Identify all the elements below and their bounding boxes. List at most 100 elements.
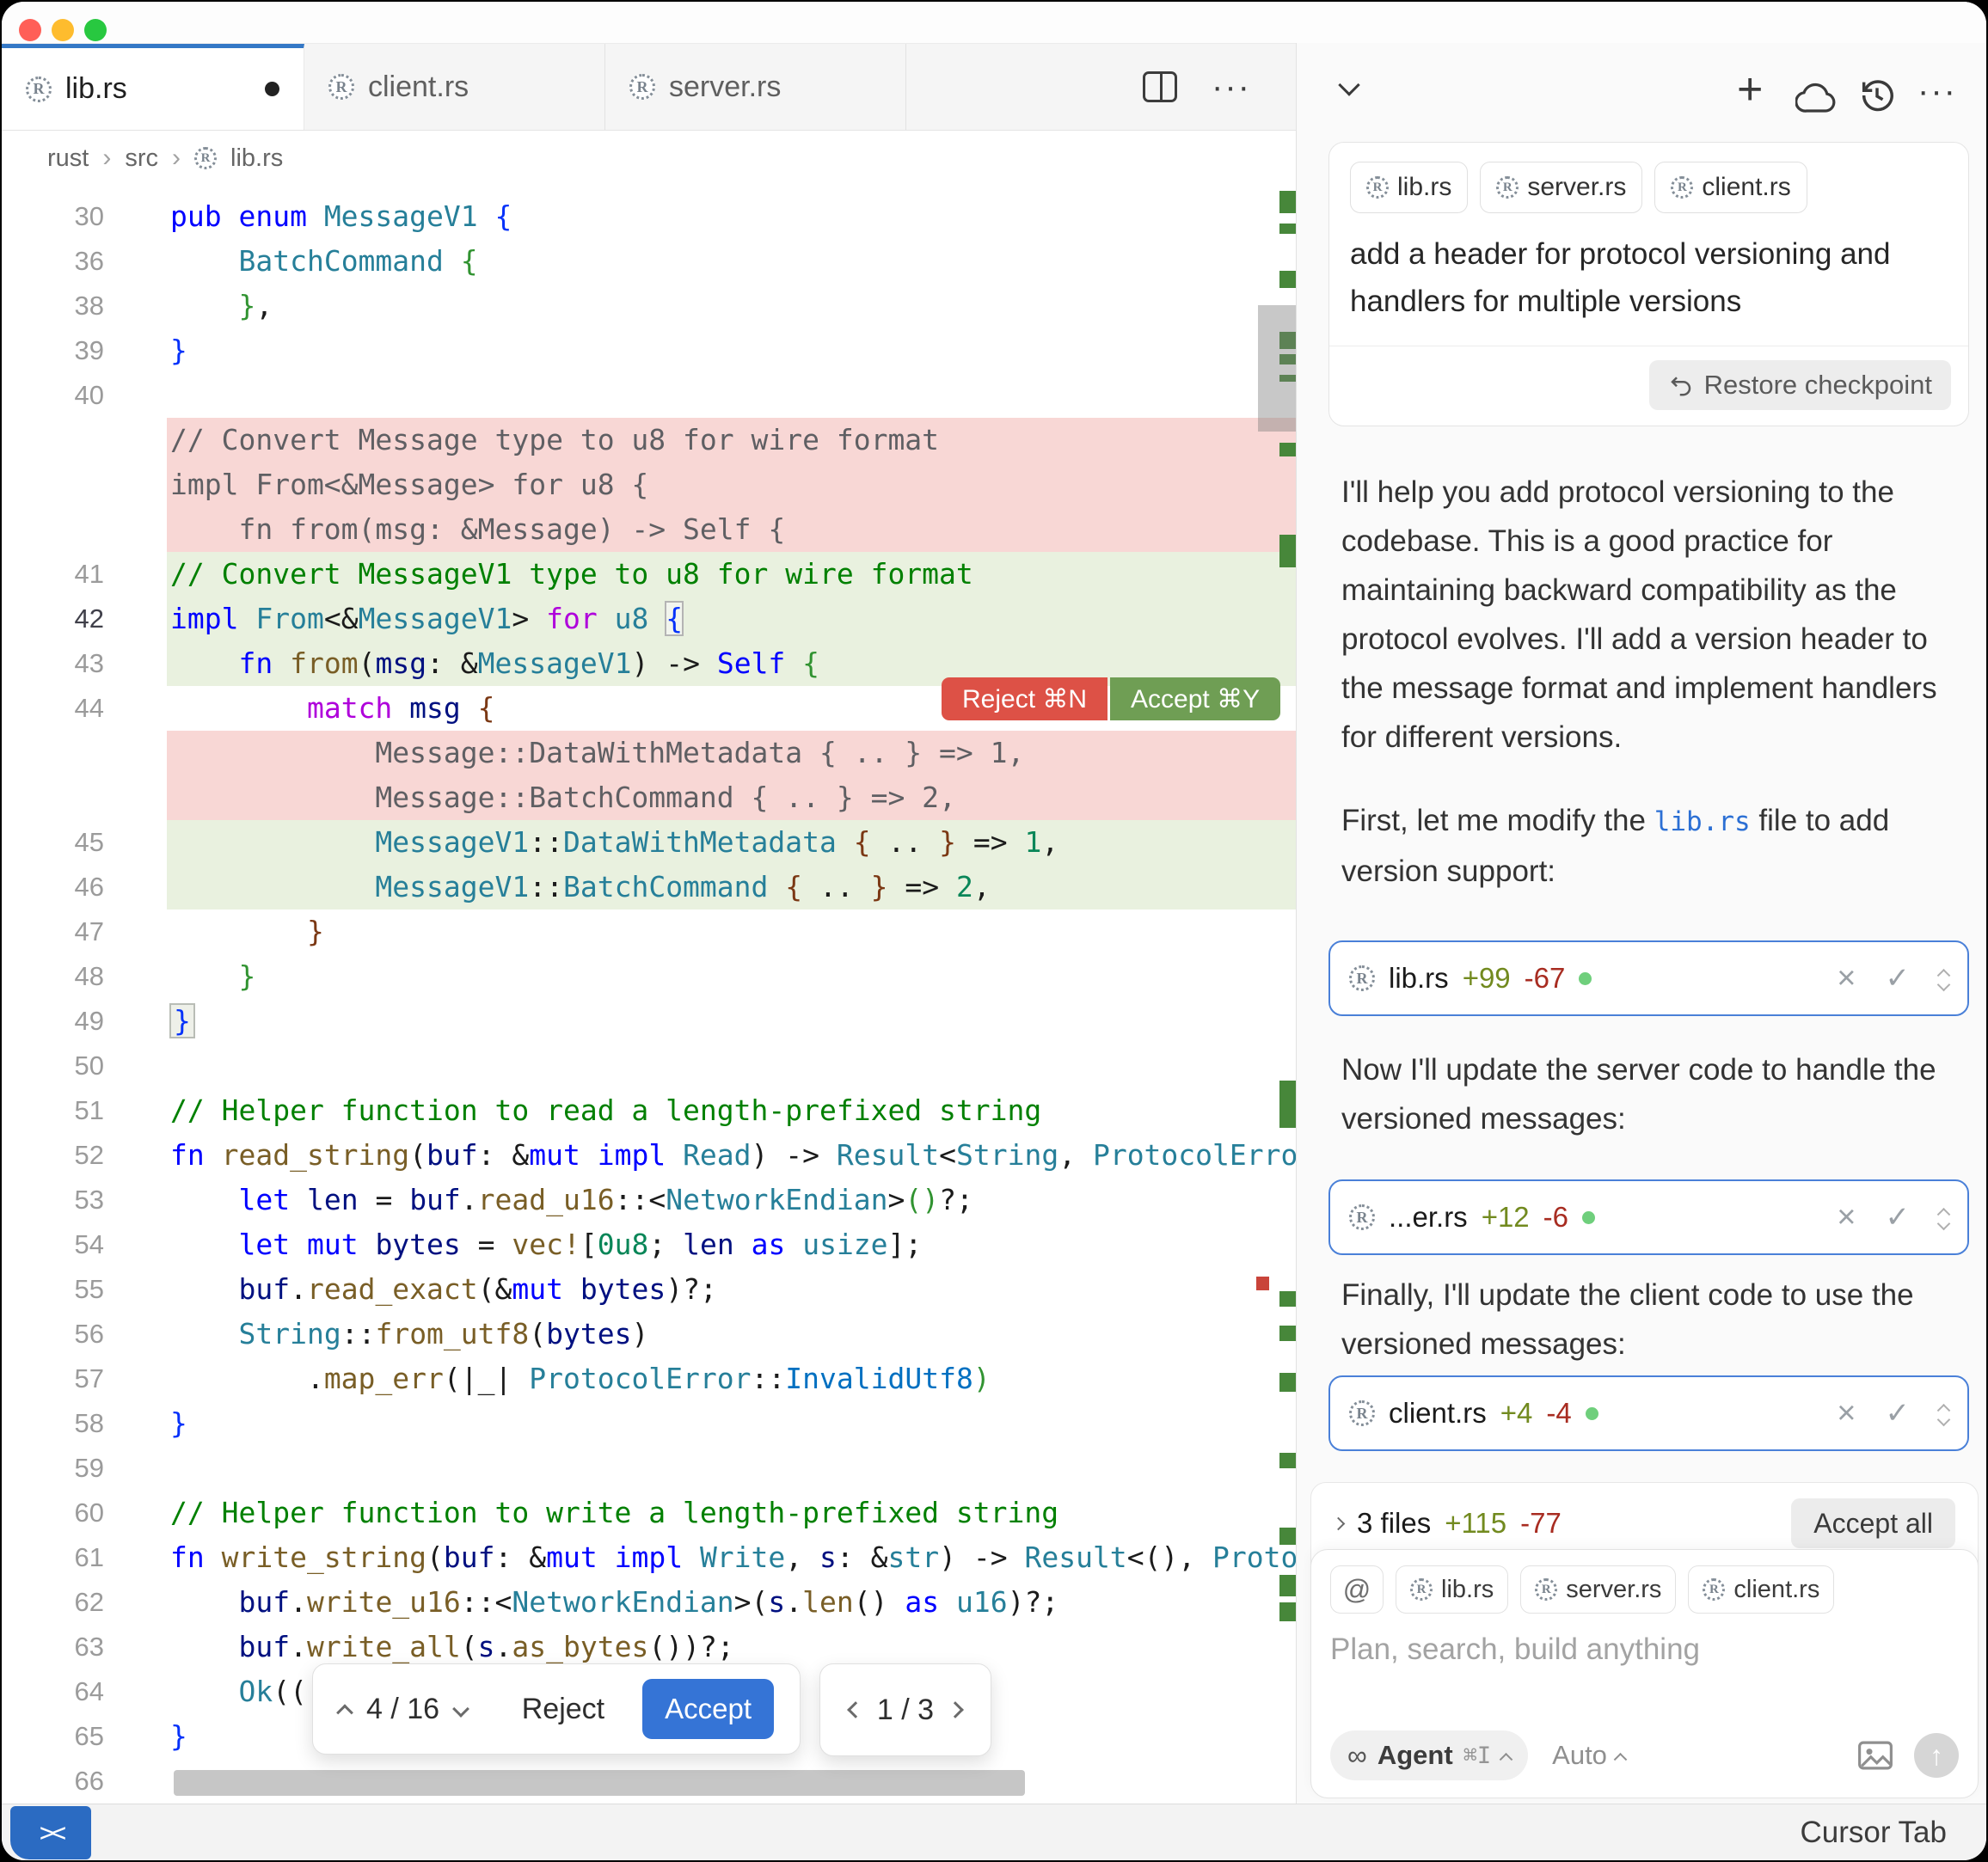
code-line[interactable]: 40 xyxy=(2,373,1296,418)
new-chat-icon[interactable]: + xyxy=(1737,64,1763,115)
code-line[interactable]: 38 }, xyxy=(2,284,1296,328)
reject-all-button[interactable]: Reject xyxy=(522,1693,604,1726)
next-file-icon[interactable] xyxy=(947,1701,964,1718)
breadcrumb-item-src[interactable]: src xyxy=(125,144,158,173)
code-line[interactable]: 52fn read_string(buf: &mut impl Read) ->… xyxy=(2,1133,1296,1178)
split-editor-icon[interactable] xyxy=(1143,71,1177,102)
expand-file-icon[interactable] xyxy=(1939,1206,1948,1228)
accept-file-icon[interactable]: ✓ xyxy=(1886,964,1911,993)
code-line[interactable]: impl From<&Message> for u8 { xyxy=(2,462,1296,507)
code-line[interactable]: fn from(msg: &Message) -> Self { xyxy=(2,507,1296,552)
accept-file-icon[interactable]: ✓ xyxy=(1886,1203,1911,1232)
chat-input-placeholder[interactable]: Plan, search, build anything xyxy=(1330,1632,1959,1667)
vertical-scrollbar-thumb[interactable] xyxy=(1258,305,1296,432)
history-icon[interactable] xyxy=(1857,76,1897,115)
code-line[interactable]: 53 let len = buf.read_u16::<NetworkEndia… xyxy=(2,1178,1296,1222)
code-line[interactable]: 58} xyxy=(2,1401,1296,1446)
file-change-card-lib[interactable]: R lib.rs +99 -67 × ✓ xyxy=(1328,940,1969,1016)
inline-reject-button[interactable]: Reject ⌘N xyxy=(942,677,1108,720)
model-selector[interactable]: Auto xyxy=(1552,1740,1625,1771)
accept-file-icon[interactable]: ✓ xyxy=(1886,1399,1911,1428)
chat-panel: + ··· Rlib.rs Rserver.rs Rclient.rs add … xyxy=(1296,43,1986,1807)
more-actions-icon[interactable]: ··· xyxy=(1212,78,1251,95)
code-line[interactable]: 47 } xyxy=(2,910,1296,954)
rust-file-icon: R xyxy=(1496,176,1519,199)
code-line[interactable]: 56 String::from_utf8(bytes) xyxy=(2,1312,1296,1357)
agent-mode-selector[interactable]: ∞ Agent ⌘I xyxy=(1330,1730,1528,1780)
line-number: 66 xyxy=(2,1759,167,1804)
line-number: 55 xyxy=(2,1267,167,1312)
file-change-card-server[interactable]: R ...er.rs +12 -6 × ✓ xyxy=(1328,1179,1969,1255)
collapse-panel-chevron-icon[interactable] xyxy=(1341,77,1357,97)
context-pill[interactable]: Rlib.rs xyxy=(1396,1565,1508,1614)
accept-all-button[interactable]: Accept all xyxy=(1791,1498,1955,1548)
diff-counter: 4 / 16 xyxy=(366,1693,439,1726)
tab-lib-rs[interactable]: R lib.rs xyxy=(2,44,304,130)
chat-input-card[interactable]: @ Rlib.rs Rserver.rs Rclient.rs Plan, se… xyxy=(1310,1549,1979,1798)
panel-more-icon[interactable]: ··· xyxy=(1917,83,1957,100)
send-button[interactable]: ↑ xyxy=(1914,1733,1959,1778)
code-line[interactable]: Message::DataWithMetadata { .. } => 1, xyxy=(2,731,1296,775)
code-line[interactable]: 60// Helper function to write a length-p… xyxy=(2,1491,1296,1535)
code-line[interactable]: // Convert Message type to u8 for wire f… xyxy=(2,418,1296,462)
attach-image-icon[interactable] xyxy=(1857,1740,1893,1771)
context-file-pill[interactable]: Rlib.rs xyxy=(1350,162,1468,213)
line-number: 38 xyxy=(2,284,167,328)
tab-client-rs[interactable]: R client.rs xyxy=(304,44,605,130)
context-file-pill[interactable]: Rserver.rs xyxy=(1480,162,1642,213)
accept-button[interactable]: Accept xyxy=(642,1679,774,1739)
context-pill[interactable]: Rserver.rs xyxy=(1520,1565,1676,1614)
code-line[interactable]: 48 } xyxy=(2,954,1296,999)
code-line[interactable]: 30pub enum MessageV1 { xyxy=(2,194,1296,239)
code-editor[interactable]: 30pub enum MessageV1 {36 BatchCommand {3… xyxy=(2,186,1296,1807)
tab-server-rs[interactable]: R server.rs xyxy=(605,44,906,130)
cloud-icon[interactable] xyxy=(1795,81,1838,113)
context-pill[interactable]: Rclient.rs xyxy=(1688,1565,1834,1614)
code-line[interactable]: 41// Convert MessageV1 type to u8 for wi… xyxy=(2,552,1296,597)
next-diff-icon[interactable] xyxy=(452,1700,469,1718)
code-line[interactable]: 61fn write_string(buf: &mut impl Write, … xyxy=(2,1535,1296,1580)
unsaved-dot-icon[interactable] xyxy=(265,82,279,96)
cursor-tab-status[interactable]: Cursor Tab xyxy=(1800,1804,1947,1860)
breadcrumb-item-rust[interactable]: rust xyxy=(47,144,89,173)
expand-file-icon[interactable] xyxy=(1939,1402,1948,1424)
prev-diff-icon[interactable] xyxy=(336,1704,353,1721)
expand-summary-chevron-icon[interactable] xyxy=(1332,1516,1346,1530)
restore-checkpoint-button[interactable]: Restore checkpoint xyxy=(1649,360,1951,410)
code-line[interactable]: 49} xyxy=(2,999,1296,1044)
line-number: 46 xyxy=(2,865,167,910)
rust-file-icon: R xyxy=(1703,1578,1725,1601)
code-line[interactable]: 59 xyxy=(2,1446,1296,1491)
code-line[interactable]: 45 MessageV1::DataWithMetadata { .. } =>… xyxy=(2,820,1296,865)
context-file-pill[interactable]: Rclient.rs xyxy=(1654,162,1807,213)
code-line[interactable]: 51// Helper function to read a length-pr… xyxy=(2,1088,1296,1133)
cursor-window: R lib.rs R client.rs R server.rs ··· rus… xyxy=(2,2,1986,1860)
tab-label: client.rs xyxy=(368,70,469,104)
code-line[interactable]: 39} xyxy=(2,328,1296,373)
code-line[interactable]: 54 let mut bytes = vec![0u8; len as usiz… xyxy=(2,1222,1296,1267)
code-line[interactable]: 55 buf.read_exact(&mut bytes)?; xyxy=(2,1267,1296,1312)
horizontal-scrollbar-thumb[interactable] xyxy=(174,1770,1025,1796)
code-line[interactable]: 36 BatchCommand { xyxy=(2,239,1296,284)
remote-window-button[interactable]: >< xyxy=(10,1806,91,1859)
maximize-window-button[interactable] xyxy=(84,19,107,41)
add-context-button[interactable]: @ xyxy=(1330,1565,1384,1614)
file-change-card-client[interactable]: R client.rs +4 -4 × ✓ xyxy=(1328,1375,1969,1451)
rust-file-icon: R xyxy=(194,147,217,169)
ruler-added-marker xyxy=(1279,271,1296,288)
reject-file-icon[interactable]: × xyxy=(1837,1397,1856,1430)
breadcrumb-item-file[interactable]: lib.rs xyxy=(230,144,283,173)
code-line[interactable]: 62 buf.write_u16::<NetworkEndian>(s.len(… xyxy=(2,1580,1296,1625)
reject-file-icon[interactable]: × xyxy=(1837,962,1856,995)
expand-file-icon[interactable] xyxy=(1939,967,1948,989)
code-line[interactable]: Message::BatchCommand { .. } => 2, xyxy=(2,775,1296,820)
minimize-window-button[interactable] xyxy=(52,19,74,41)
inline-accept-button[interactable]: Accept ⌘Y xyxy=(1110,677,1280,720)
close-window-button[interactable] xyxy=(19,19,41,41)
reject-file-icon[interactable]: × xyxy=(1837,1201,1856,1234)
prev-file-icon[interactable] xyxy=(847,1701,864,1718)
code-line[interactable]: 50 xyxy=(2,1044,1296,1088)
code-line[interactable]: 57 .map_err(|_| ProtocolError::InvalidUt… xyxy=(2,1357,1296,1401)
code-line[interactable]: 46 MessageV1::BatchCommand { .. } => 2, xyxy=(2,865,1296,910)
code-line[interactable]: 42impl From<&MessageV1> for u8 { xyxy=(2,597,1296,641)
